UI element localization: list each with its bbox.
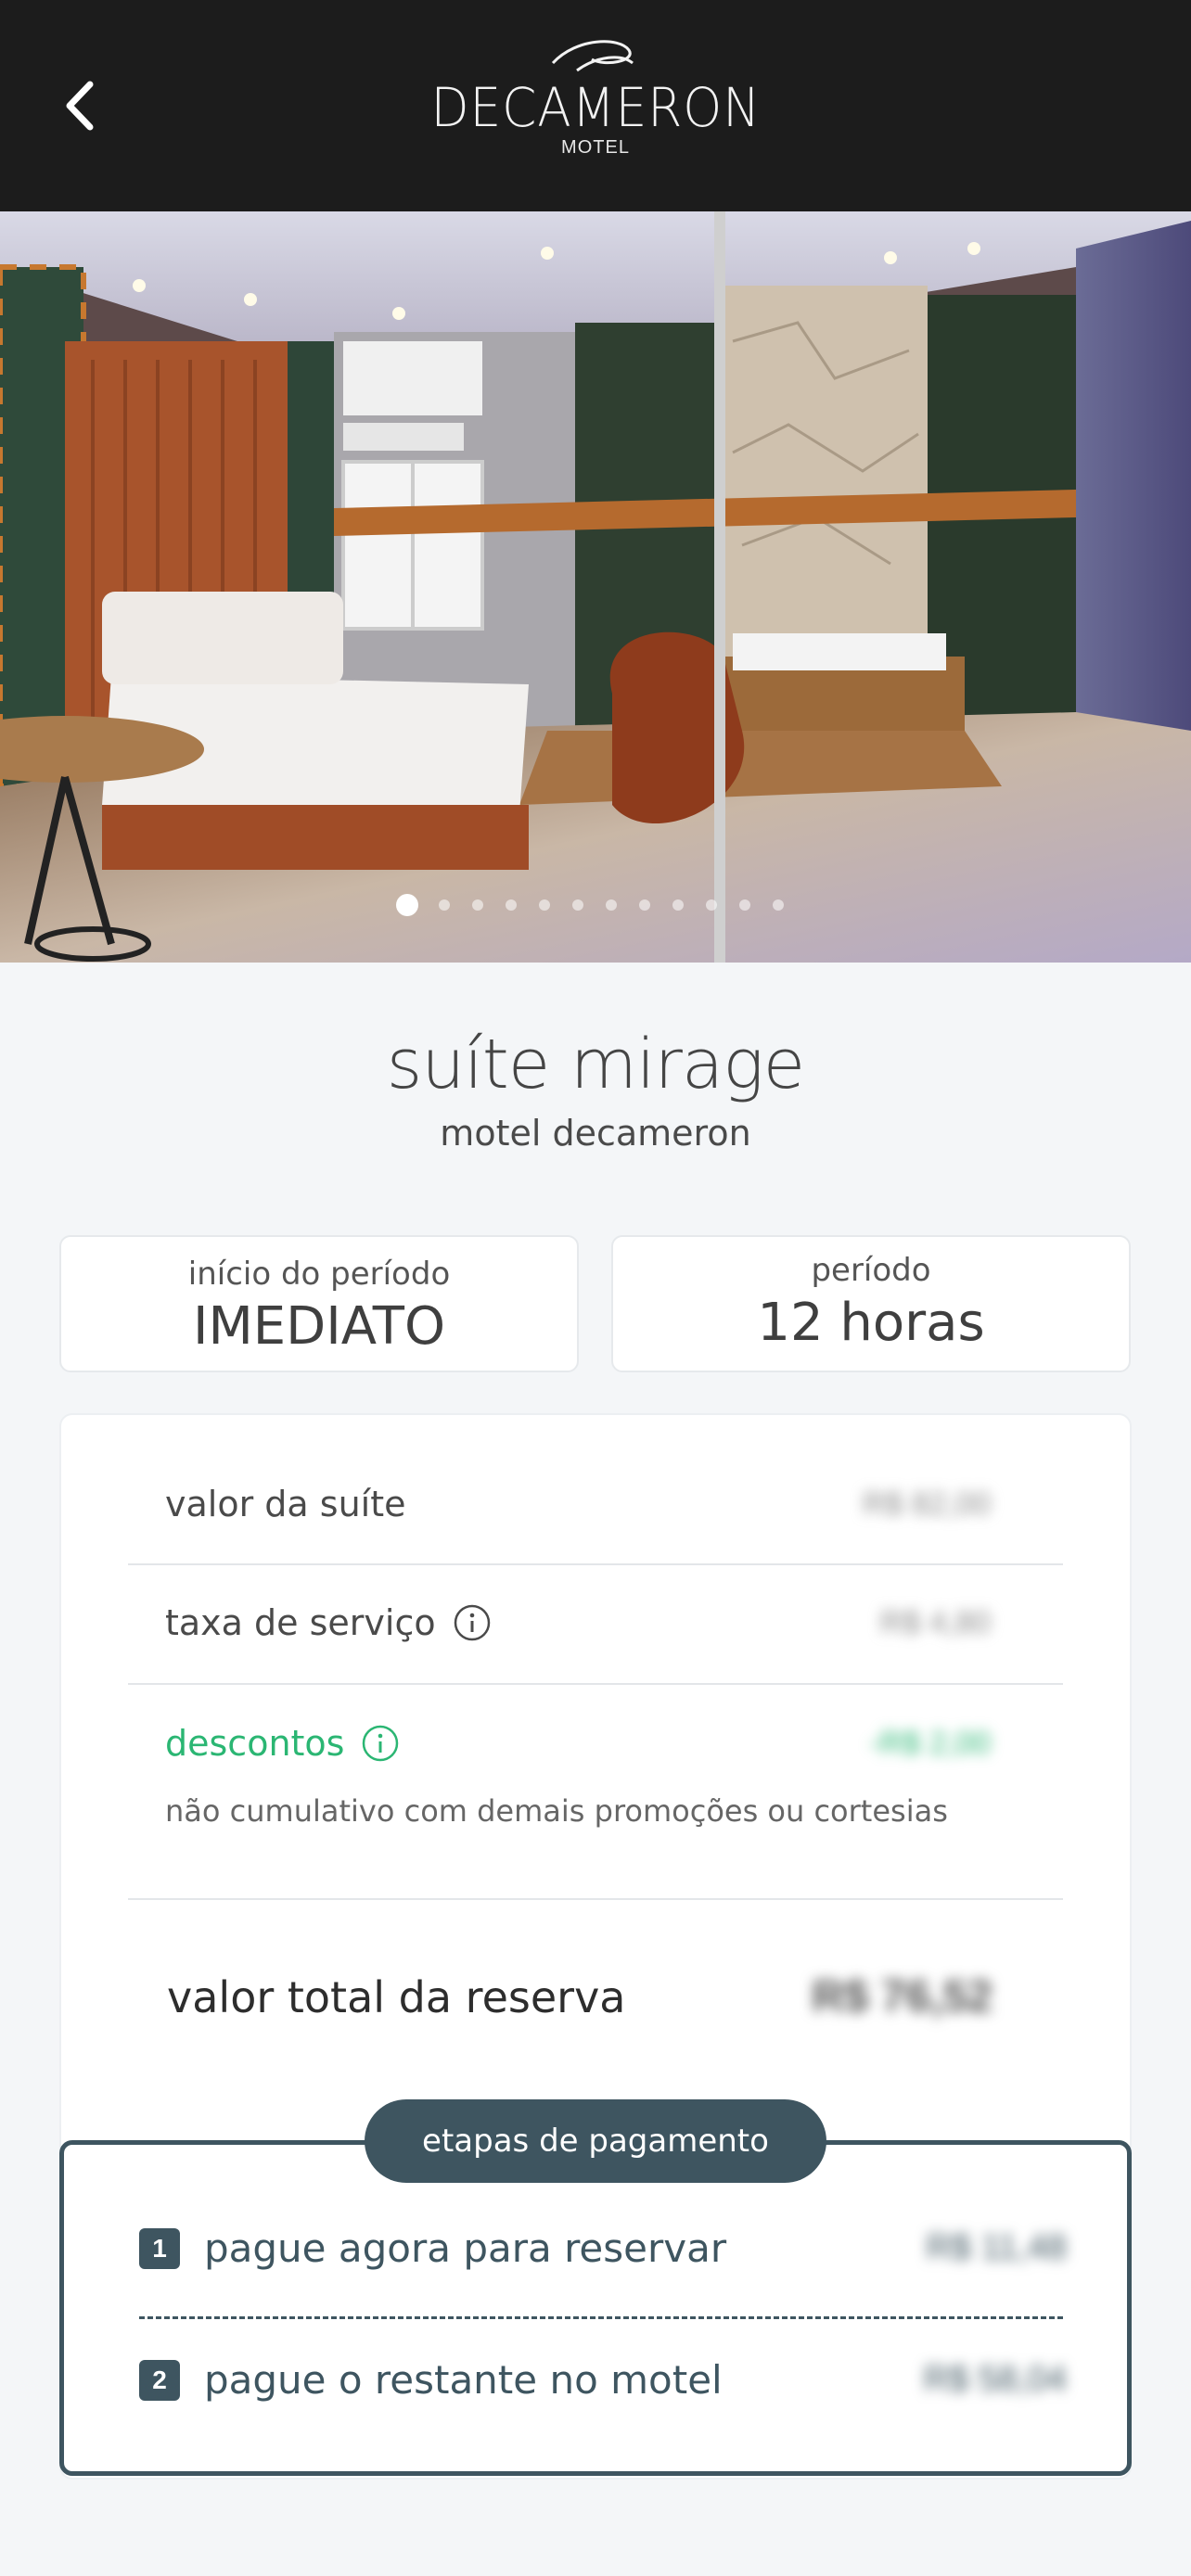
discount-note: não cumulativo com demais promoções ou c… <box>165 1793 948 1829</box>
divider <box>128 1683 1063 1685</box>
carousel-dot[interactable] <box>539 899 550 911</box>
total-label: valor total da reserva <box>167 1971 626 2022</box>
suite-title: suíte mirage <box>386 1025 805 1104</box>
carousel-dot[interactable] <box>396 894 418 916</box>
service-fee-label-group: taxa de serviço <box>165 1602 492 1643</box>
carousel-dot[interactable] <box>639 899 650 911</box>
period-duration-value: 12 horas <box>757 1293 985 1353</box>
service-fee-row: taxa de serviço R$ 4,80 <box>165 1602 1028 1643</box>
divider <box>128 1898 1063 1900</box>
chevron-left-icon <box>66 81 94 131</box>
divider <box>128 1563 1063 1565</box>
period-start-card[interactable]: início do período IMEDIATO <box>59 1235 579 1372</box>
carousel-dot[interactable] <box>773 899 784 911</box>
payment-steps-title: etapas de pagamento <box>365 2099 826 2183</box>
service-fee-amount: R$ 4,80 <box>879 1604 991 1640</box>
suite-photo-carousel[interactable] <box>0 211 1191 963</box>
logo-swirl-icon <box>551 40 634 72</box>
discount-row: descontos -R$ 2,00 <box>165 1723 1028 1764</box>
payment-step: 1 pague agora para reservar R$ 11,48 <box>139 2225 1067 2271</box>
step-number-badge: 2 <box>139 2359 180 2401</box>
payment-step: 2 pague o restante no motel R$ 58,04 <box>139 2357 1067 2403</box>
period-duration-card[interactable]: período 12 horas <box>611 1235 1131 1372</box>
discount-amount: -R$ 2,00 <box>869 1725 991 1761</box>
step-label: pague agora para reservar <box>204 2225 727 2271</box>
step-amount: R$ 11,48 <box>926 2228 1067 2267</box>
dashed-divider <box>139 2316 1063 2319</box>
carousel-dot[interactable] <box>706 899 717 911</box>
carousel-dot[interactable] <box>439 899 450 911</box>
app-header: DECAMERON MOTEL <box>0 0 1191 211</box>
step-label: pague o restante no motel <box>204 2357 723 2403</box>
period-start-value: IMEDIATO <box>192 1296 446 1357</box>
info-icon[interactable] <box>453 1603 492 1642</box>
suite-price-label: valor da suíte <box>165 1484 406 1524</box>
carousel-dot[interactable] <box>606 899 617 911</box>
period-duration-label: período <box>811 1252 931 1289</box>
carousel-indicator <box>0 894 1191 916</box>
carousel-dot[interactable] <box>506 899 517 911</box>
carousel-dot[interactable] <box>572 899 583 911</box>
logo-name: DECAMERON <box>430 76 761 139</box>
payment-steps-box <box>59 2140 1132 2476</box>
back-button[interactable] <box>46 67 113 145</box>
info-icon[interactable] <box>361 1724 400 1763</box>
discount-label-group: descontos <box>165 1723 400 1764</box>
suite-price-amount: R$ 82,00 <box>863 1486 991 1522</box>
period-start-label: início do período <box>187 1256 451 1293</box>
total-amount: R$ 76,52 <box>812 1972 992 2021</box>
suite-photo <box>0 211 1191 963</box>
step-number-badge: 1 <box>139 2227 180 2269</box>
logo-subtitle: MOTEL <box>561 137 630 158</box>
carousel-dot[interactable] <box>739 899 750 911</box>
carousel-dot[interactable] <box>472 899 483 911</box>
motel-name: motel decameron <box>440 1113 751 1154</box>
suite-price-row: valor da suíte R$ 82,00 <box>165 1484 1028 1524</box>
carousel-dot[interactable] <box>672 899 684 911</box>
total-row: valor total da reserva R$ 76,52 <box>167 1971 1030 2022</box>
brand-logo: DECAMERON MOTEL <box>410 35 781 174</box>
service-fee-label: taxa de serviço <box>165 1602 436 1643</box>
step-amount: R$ 58,04 <box>923 2360 1067 2399</box>
discount-label: descontos <box>165 1723 345 1764</box>
